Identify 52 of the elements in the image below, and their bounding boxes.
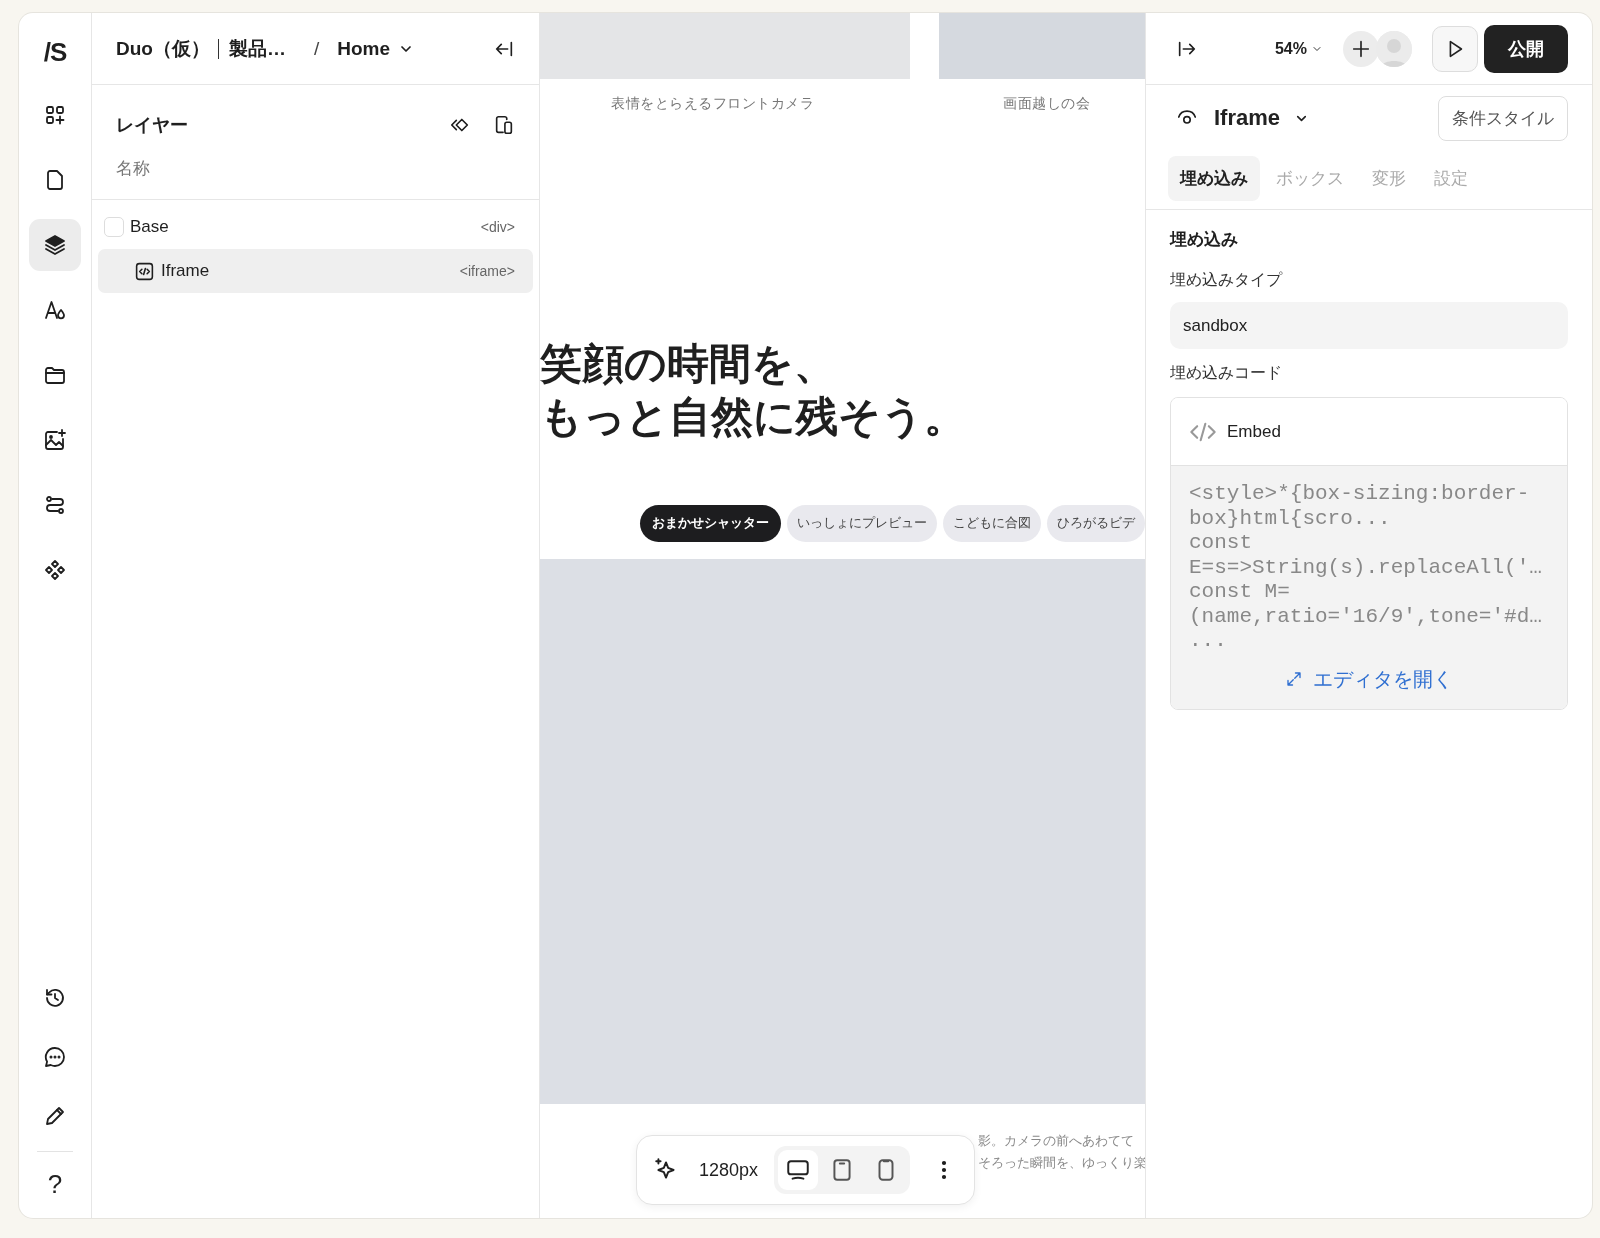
layer-row[interactable]: Iframe <iframe>	[98, 249, 533, 293]
app-logo[interactable]: /S	[43, 35, 67, 69]
code-frame-icon	[134, 260, 155, 282]
flow-icon	[43, 493, 67, 517]
layers-icon	[43, 233, 67, 257]
feature-pill[interactable]: ひろがるビデ	[1047, 505, 1145, 542]
rail-button[interactable]	[29, 219, 81, 271]
panel-title: レイヤー	[116, 114, 189, 137]
zoom-dropdown[interactable]: 54%	[1274, 39, 1323, 58]
help-button[interactable]: ?	[29, 1158, 81, 1210]
typography-icon	[43, 298, 67, 322]
open-editor-link[interactable]: エディタを開く	[1285, 665, 1453, 693]
image-caption: 画面越しの会	[1003, 95, 1090, 113]
expand-icon	[1285, 670, 1303, 688]
device-button[interactable]	[778, 1150, 819, 1190]
publish-button[interactable]: 公開	[1484, 24, 1568, 73]
component-add-icon	[43, 103, 67, 127]
file-name[interactable]: 製品…	[228, 35, 286, 62]
diamonds-icon	[43, 558, 67, 582]
pencil-icon	[43, 1104, 67, 1128]
breadcrumb-separator: /	[313, 37, 320, 60]
image-add-icon	[43, 428, 67, 452]
code-text: <style>*{box-sizing:border- box}html{scro... const E=s=>String(s).replaceAll('… const M= (name,ratio='16/9',tone='#d… ...	[1189, 482, 1543, 654]
layer-name: Iframe	[161, 261, 211, 281]
field-label: 埋め込みコード	[1169, 363, 1283, 383]
page-dropdown[interactable]: Home	[337, 37, 414, 60]
column-header: 名称	[92, 143, 539, 200]
box-icon	[104, 217, 124, 237]
preview-button[interactable]	[1432, 25, 1478, 72]
inspector-tab[interactable]: 埋め込み	[1168, 156, 1260, 201]
project-name[interactable]: Duo（仮）	[116, 35, 210, 62]
viewport-width[interactable]: 1280px	[699, 1159, 759, 1181]
element-dropdown[interactable]: Iframe	[1214, 105, 1310, 131]
image-caption: 表情をとらえるフロントカメラ	[611, 95, 815, 113]
layer-row[interactable]: Base <div>	[98, 205, 533, 249]
section-title: 埋め込み	[1168, 229, 1239, 251]
comment-icon	[43, 1045, 67, 1069]
layer-tag: <iframe>	[459, 263, 515, 279]
conditional-style-button[interactable]: 条件スタイル	[1438, 95, 1568, 141]
hero-heading: 笑顔の時間を、 もっと自然に残そう。	[540, 339, 967, 442]
feature-pill[interactable]: おまかせシャッター	[640, 505, 781, 542]
feature-pill[interactable]: こどもに合図	[943, 505, 1041, 542]
desktop-icon	[785, 1157, 812, 1183]
layer-tag: <div>	[480, 219, 515, 235]
feature-pill[interactable]: いっしょにプレビュー	[787, 505, 937, 542]
field-label: 埋め込みタイプ	[1169, 270, 1284, 290]
embed-title: Embed	[1227, 421, 1281, 442]
history-icon	[43, 986, 67, 1010]
devices-icon[interactable]	[493, 114, 515, 136]
embed-type-field[interactable]: sandbox	[1170, 302, 1568, 349]
add-collaborator-button[interactable]	[1343, 30, 1379, 67]
layer-name: Base	[130, 217, 170, 237]
